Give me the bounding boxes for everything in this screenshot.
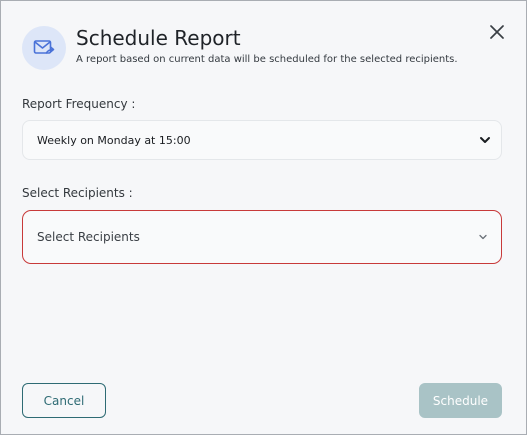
- cancel-button[interactable]: Cancel: [22, 383, 106, 418]
- chevron-down-icon: [480, 137, 490, 143]
- close-button[interactable]: [486, 21, 508, 43]
- frequency-value: Weekly on Monday at 15:00: [37, 133, 191, 147]
- close-icon: [490, 25, 504, 39]
- schedule-report-dialog: Schedule Report A report based on curren…: [0, 0, 527, 435]
- recipients-label: Select Recipients :: [22, 186, 133, 200]
- mail-send-icon: [22, 26, 66, 70]
- chevron-down-icon: [479, 234, 487, 240]
- schedule-button[interactable]: Schedule: [419, 383, 502, 418]
- frequency-select[interactable]: Weekly on Monday at 15:00: [22, 120, 502, 160]
- frequency-label: Report Frequency :: [22, 97, 136, 111]
- dialog-subtitle: A report based on current data will be s…: [76, 54, 458, 65]
- recipients-select[interactable]: Select Recipients: [22, 210, 502, 264]
- dialog-title: Schedule Report: [76, 26, 241, 50]
- recipients-placeholder: Select Recipients: [37, 230, 140, 244]
